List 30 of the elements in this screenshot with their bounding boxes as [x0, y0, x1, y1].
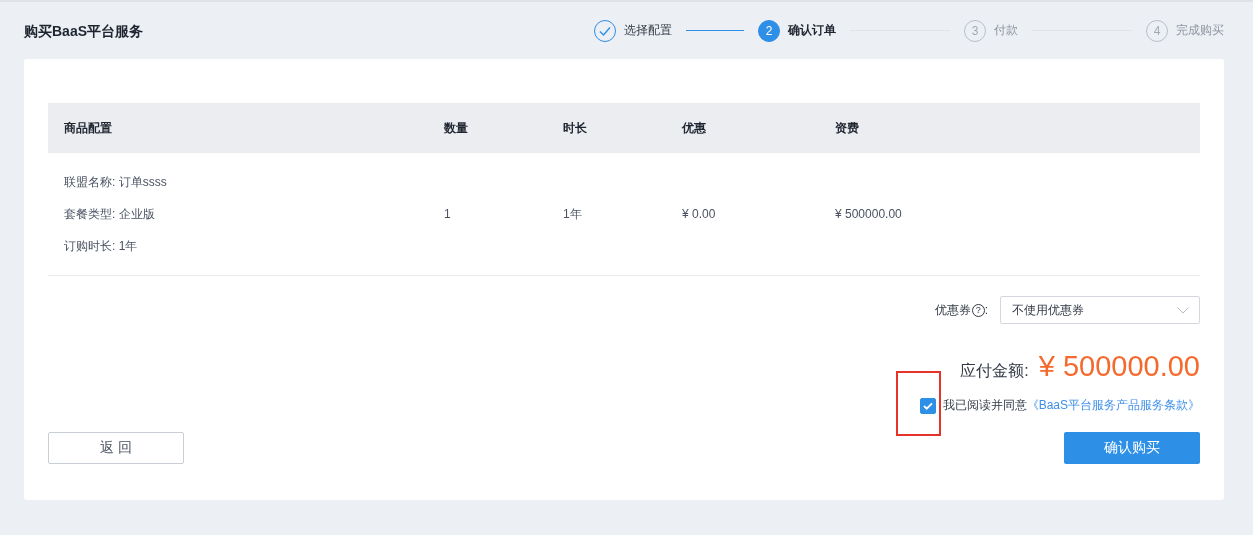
- page-title: 购买BaaS平台服务: [24, 23, 144, 41]
- agreement-text: 我已阅读并同意: [942, 397, 1027, 414]
- table-cell-text: 联盟名称: 订单ssss: [64, 173, 168, 191]
- column-header: 数量: [443, 119, 469, 137]
- total-amount: ¥ 500000.00: [1038, 350, 1200, 383]
- coupon-label: 优惠券: [934, 301, 971, 319]
- colon: :: [984, 303, 988, 317]
- total-label: 应付金额:: [960, 361, 1029, 381]
- terms-link[interactable]: 《BaaS平台服务产品服务条款》: [1026, 397, 1200, 414]
- step-label: 选择配置: [624, 22, 672, 39]
- step-label: 确认订单: [788, 22, 836, 39]
- table-cell: ¥ 500000.00: [835, 207, 902, 221]
- column-header: 商品配置: [63, 119, 113, 137]
- table-cell: ¥ 0.00: [682, 207, 716, 221]
- step-indicator: 2: [758, 19, 780, 42]
- table-cell: 1: [444, 207, 451, 221]
- table-cell-text: 套餐类型: 企业版: [64, 205, 156, 223]
- column-header: 资费: [834, 119, 860, 137]
- coupon-select[interactable]: 不使用优惠券: [1000, 296, 1200, 324]
- chevron-down-icon: [1177, 306, 1189, 314]
- step-label: 付款: [994, 22, 1018, 39]
- table-cell: 1年: [563, 206, 582, 221]
- column-header: 时长: [562, 119, 588, 137]
- agreement-checkbox[interactable]: [919, 397, 936, 414]
- back-button[interactable]: 返 回: [48, 432, 184, 464]
- column-header: 优惠: [680, 119, 707, 137]
- check-icon: [922, 401, 933, 410]
- table-cell-text: 订购时长: 1年: [64, 237, 139, 255]
- highlight-frame: [895, 370, 941, 436]
- step-label: 完成购买: [1176, 22, 1224, 39]
